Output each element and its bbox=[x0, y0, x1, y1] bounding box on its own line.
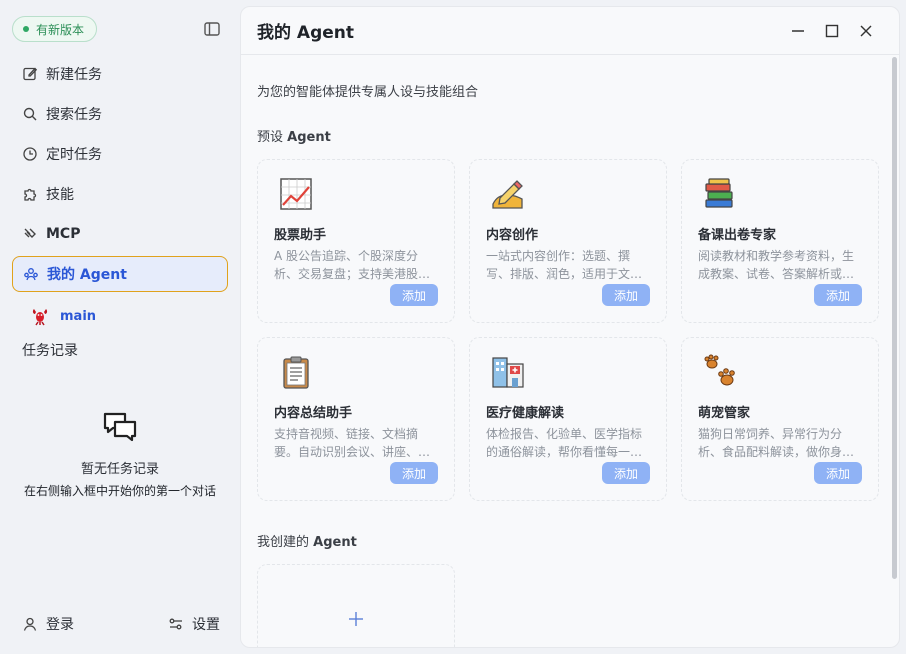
agent-card-desc: A 股公告追踪、个股深度分析、交易复盘；支持美港股… bbox=[274, 249, 431, 281]
agent-card-summary: 内容总结助手 支持音视频、链接、文档摘要。自动识别会议、讲座、… 添加 bbox=[257, 337, 455, 501]
mcp-icon bbox=[24, 228, 36, 238]
empty-title: 暂无任务记录 bbox=[80, 462, 159, 477]
mine-bold: Agent bbox=[313, 535, 357, 550]
preset-prefix: 预设 bbox=[257, 130, 288, 145]
lobster-avatar-icon bbox=[32, 309, 48, 326]
sidebar-footer: 登录 设置 bbox=[22, 614, 220, 634]
nav-label: 我的 Agent bbox=[47, 267, 127, 283]
task-record-heading: 任务记录 bbox=[22, 343, 78, 359]
nav-label: 定时任务 bbox=[46, 147, 102, 163]
add-agent-button[interactable]: 添加 bbox=[602, 462, 650, 484]
add-agent-button[interactable]: 添加 bbox=[602, 284, 650, 306]
paw-icon bbox=[704, 354, 735, 386]
agent-card-pet: 萌宠管家 猫狗日常饲养、异常行为分析、食品配料解读，做你身… 添加 bbox=[681, 337, 879, 501]
preset-bold: Agent bbox=[287, 130, 331, 145]
login-button[interactable]: 登录 bbox=[22, 614, 74, 634]
plus-icon bbox=[349, 612, 363, 626]
agent-card-stock: 股票助手 A 股公告追踪、个股深度分析、交易复盘；支持美港股… 添加 bbox=[257, 159, 455, 323]
close-icon bbox=[860, 25, 872, 37]
add-agent-button[interactable]: 添加 bbox=[390, 462, 438, 484]
sidebar-item-skills[interactable]: 技能 bbox=[12, 176, 228, 212]
main-panel: 我的 Agent 为您的智能体提供专属人设与技能组合 预设 Agent 股票助手… bbox=[240, 6, 900, 648]
agent-item-main[interactable]: main bbox=[30, 306, 96, 326]
window-controls bbox=[781, 21, 883, 41]
agent-card-medical: 医疗健康解读 体检报告、化验单、医学指标的通俗解读，帮你看懂每一… 添加 bbox=[469, 337, 667, 501]
preset-agent-grid: 股票助手 A 股公告追踪、个股深度分析、交易复盘；支持美港股… 添加 内容创作 … bbox=[257, 159, 879, 501]
agent-card-name: 股票助手 bbox=[274, 228, 327, 243]
add-agent-button[interactable]: 添加 bbox=[814, 462, 862, 484]
agent-icon bbox=[24, 268, 38, 281]
nav-label: 搜索任务 bbox=[46, 107, 102, 123]
agent-card-name: 备课出卷专家 bbox=[698, 228, 777, 243]
main-header: 我的 Agent bbox=[241, 7, 899, 55]
sidebar-item-mcp[interactable]: MCP bbox=[12, 216, 228, 252]
books-icon bbox=[705, 178, 733, 208]
sliders-icon bbox=[169, 618, 182, 630]
agent-card-desc: 体检报告、化验单、医学指标的通俗解读，帮你看懂每一… bbox=[486, 427, 643, 459]
sidebar-item-my-agent[interactable]: 我的 Agent bbox=[12, 256, 228, 292]
sidebar-nav: 新建任务 搜索任务 定时任务 技能 MCP 我的 Agent bbox=[12, 56, 228, 296]
chat-bubbles-icon bbox=[103, 412, 137, 442]
page-subtitle: 为您的智能体提供专属人设与技能组合 bbox=[257, 85, 479, 100]
new-version-label: 有新版本 bbox=[36, 22, 85, 37]
settings-button[interactable]: 设置 bbox=[168, 614, 220, 634]
minimize-icon bbox=[792, 30, 804, 32]
pen-icon bbox=[492, 180, 523, 209]
status-dot bbox=[23, 26, 29, 32]
new-version-badge[interactable]: 有新版本 bbox=[12, 16, 98, 42]
agent-card-name: 医疗健康解读 bbox=[486, 406, 565, 421]
agent-item-label: main bbox=[60, 308, 97, 324]
agent-card-name: 萌宠管家 bbox=[698, 406, 751, 421]
agent-card-lesson-prep: 备课出卷专家 阅读教材和教学参考资料，生成教案、试卷、答案解析或… 添加 bbox=[681, 159, 879, 323]
empty-state: 暂无任务记录 在右侧输入框中开始你的第一个对话 bbox=[20, 408, 220, 499]
clipboard-icon bbox=[283, 356, 309, 389]
maximize-icon bbox=[825, 24, 839, 38]
hospital-icon bbox=[492, 357, 524, 388]
sidebar: 有新版本 新建任务 搜索任务 定时任务 技能 MCP 我的 Agent main… bbox=[0, 0, 240, 654]
agent-card-desc: 支持音视频、链接、文档摘要。自动识别会议、讲座、… bbox=[274, 427, 431, 459]
nav-label: 技能 bbox=[46, 187, 74, 203]
nav-label: 新建任务 bbox=[46, 67, 102, 83]
user-icon bbox=[23, 617, 37, 631]
main-content: 为您的智能体提供专属人设与技能组合 预设 Agent 股票助手 A 股公告追踪、… bbox=[257, 55, 879, 647]
add-agent-button[interactable]: 添加 bbox=[814, 284, 862, 306]
sidebar-item-search-task[interactable]: 搜索任务 bbox=[12, 96, 228, 132]
agent-card-desc: 一站式内容创作：选题、撰写、排版、润色，适用于文… bbox=[486, 249, 643, 281]
puzzle-icon bbox=[24, 188, 37, 201]
minimize-button[interactable] bbox=[781, 21, 815, 41]
sidebar-item-new-task[interactable]: 新建任务 bbox=[12, 56, 228, 92]
clock-icon bbox=[23, 147, 37, 161]
maximize-button[interactable] bbox=[815, 21, 849, 41]
agent-card-name: 内容创作 bbox=[486, 228, 539, 243]
close-button[interactable] bbox=[849, 21, 883, 41]
mine-prefix: 我创建的 bbox=[257, 535, 314, 550]
preset-section-title: 预设 Agent bbox=[257, 126, 877, 145]
nav-label: MCP bbox=[46, 226, 81, 242]
agent-card-desc: 阅读教材和教学参考资料，生成教案、试卷、答案解析或… bbox=[698, 249, 855, 281]
sidebar-toggle-icon[interactable] bbox=[203, 20, 221, 38]
page-title: 我的 Agent bbox=[257, 23, 355, 43]
agent-card-name: 内容总结助手 bbox=[274, 406, 353, 421]
empty-description: 在右侧输入框中开始你的第一个对话 bbox=[23, 484, 216, 498]
my-agent-section-title: 我创建的 Agent bbox=[257, 531, 877, 550]
agent-card-desc: 猫狗日常饲养、异常行为分析、食品配料解读，做你身… bbox=[698, 427, 855, 459]
agent-card-content-creation: 内容创作 一站式内容创作：选题、撰写、排版、润色，适用于文… 添加 bbox=[469, 159, 667, 323]
sidebar-item-scheduled-task[interactable]: 定时任务 bbox=[12, 136, 228, 172]
login-label: 登录 bbox=[46, 617, 74, 633]
scrollbar[interactable] bbox=[892, 57, 897, 579]
search-icon bbox=[23, 107, 37, 121]
edit-icon bbox=[23, 67, 38, 81]
add-agent-button[interactable]: 添加 bbox=[390, 284, 438, 306]
chart-icon bbox=[280, 178, 312, 210]
settings-label: 设置 bbox=[192, 617, 220, 633]
create-agent-card[interactable] bbox=[257, 564, 455, 647]
